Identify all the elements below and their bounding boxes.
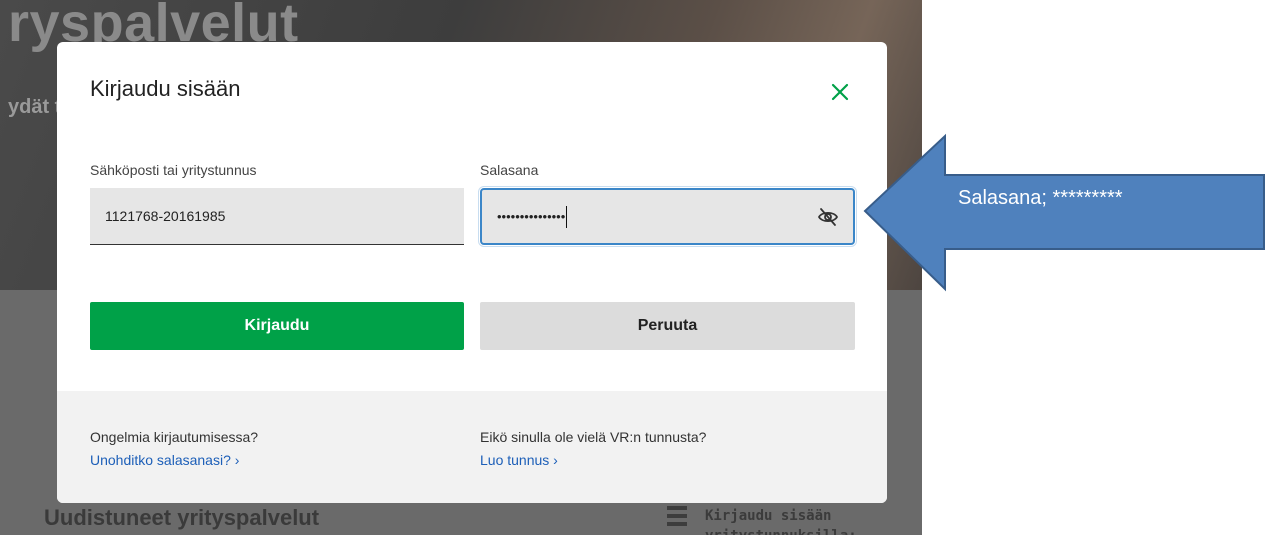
email-value: 1121768-20161985 [105,208,226,224]
password-field[interactable]: ••••••••••••••• [478,186,857,247]
text-caret [566,205,568,228]
login-modal: Kirjaudu sisään Sähköposti tai yritystun… [57,42,887,503]
side-code-text: Kirjaudu sisään yritystunnuksilla: [705,506,857,535]
create-account-link[interactable]: Luo tunnus › [480,452,558,468]
password-visibility-toggle[interactable] [817,207,839,227]
modal-title: Kirjaudu sisään [90,76,241,101]
eye-slash-icon [817,208,839,226]
section-title: Uudistuneet yrityspalvelut [44,505,320,530]
password-label: Salasana [480,162,539,178]
no-account-text: Eikö sinulla ole vielä VR:n tunnusta? [480,429,707,445]
email-field[interactable]: 1121768-20161985 [90,188,464,245]
side-code-line-1: Kirjaudu sisään [705,508,832,524]
side-code-line-2: yritystunnuksilla: [705,526,857,535]
hero-subtitle: ydät t [8,96,62,118]
close-button[interactable] [827,79,853,105]
password-masked-value: ••••••••••••••• [497,209,566,224]
login-button[interactable]: Kirjaudu [90,302,464,350]
forgot-password-link[interactable]: Unohditko salasanasi? › [90,452,239,468]
email-label: Sähköposti tai yritystunnus [90,162,257,178]
menu-lines-icon [667,506,687,530]
modal-footer: Ongelmia kirjautumisessa? Unohditko sala… [57,391,887,503]
cancel-button[interactable]: Peruuta [480,302,855,350]
annotation-arrow [862,133,1267,293]
annotation-text: Salasana; ********* [958,187,1123,209]
login-problem-text: Ongelmia kirjautumisessa? [90,429,259,445]
close-icon [831,83,849,101]
